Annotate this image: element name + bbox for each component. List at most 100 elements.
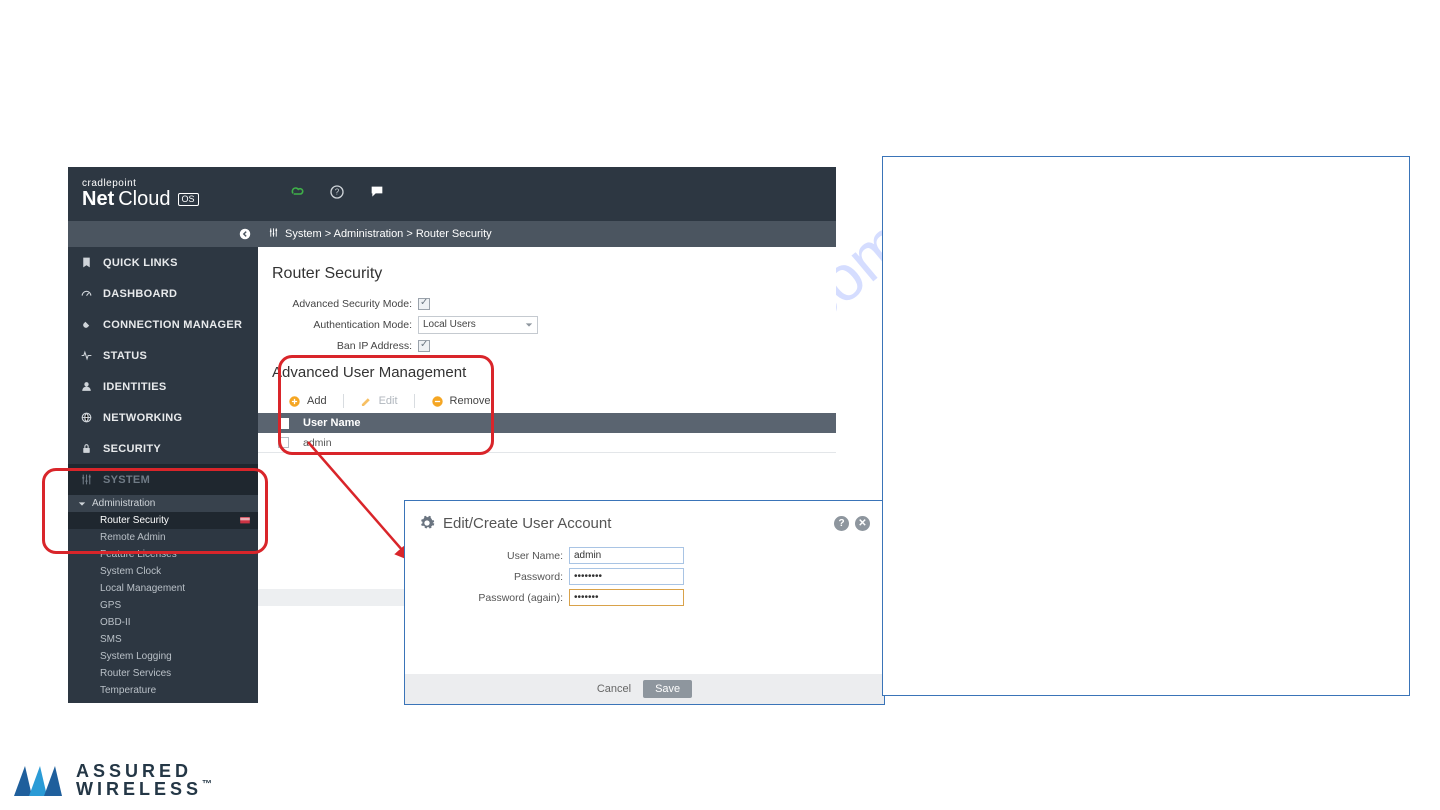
lock-icon — [80, 442, 93, 455]
nav-system[interactable]: SYSTEM — [68, 464, 258, 495]
cloud-sync-icon[interactable] — [289, 184, 305, 205]
brand-logo: cradlepoint NetCloud OS — [82, 179, 199, 209]
sub-sms[interactable]: SMS — [68, 631, 258, 648]
sub-gps[interactable]: GPS — [68, 597, 258, 614]
sub-router-services[interactable]: Router Services — [68, 665, 258, 682]
cancel-button[interactable]: Cancel — [597, 683, 631, 695]
table-row[interactable]: admin — [258, 433, 836, 453]
dialog-close-button[interactable]: ✕ — [855, 516, 870, 531]
sub-item-label: GPS — [100, 600, 121, 611]
assured-wireless-mark-icon — [12, 760, 68, 800]
plug-icon — [80, 318, 93, 331]
nav-status[interactable]: STATUS — [68, 340, 258, 371]
toolbar-separator — [414, 394, 415, 408]
sliders-icon — [268, 227, 279, 241]
sub-local-management[interactable]: Local Management — [68, 580, 258, 597]
label-adv-sec-mode: Advanced Security Mode: — [258, 298, 418, 310]
nav-dashboard[interactable]: DASHBOARD — [68, 278, 258, 309]
save-button[interactable]: Save — [643, 680, 692, 698]
nav-networking[interactable]: NETWORKING — [68, 402, 258, 433]
nav-security[interactable]: SECURITY — [68, 433, 258, 464]
sub-router-security[interactable]: Router Security — [68, 512, 258, 529]
remove-button[interactable]: Remove — [421, 395, 501, 408]
label-ban-ip: Ban IP Address: — [258, 340, 418, 352]
breadcrumb-bar: System > Administration > Router Securit… — [68, 221, 836, 247]
add-label: Add — [307, 395, 327, 407]
flag-icon — [240, 517, 250, 525]
sub-item-label: System Clock — [100, 566, 161, 577]
sub-item-label: Remote Admin — [100, 532, 166, 543]
brand-net: Net — [82, 189, 114, 209]
dialog-title: Edit/Create User Account — [443, 515, 611, 532]
label-password: Password: — [419, 571, 569, 583]
user-toolbar: Add Edit Remove — [258, 389, 836, 413]
nav-label: SECURITY — [103, 443, 161, 455]
remove-label: Remove — [450, 395, 491, 407]
sub-temperature[interactable]: Temperature — [68, 682, 258, 699]
subgroup-administration[interactable]: Administration — [68, 495, 258, 512]
breadcrumb-text: System > Administration > Router Securit… — [285, 228, 492, 240]
header-checkbox[interactable] — [278, 418, 289, 429]
input-password[interactable] — [569, 568, 684, 585]
nav-connection-manager[interactable]: CONNECTION MANAGER — [68, 309, 258, 340]
select-auth-mode-value: Local Users — [423, 319, 476, 330]
nav-quick-links[interactable]: QUICK LINKS — [68, 247, 258, 278]
minus-circle-icon — [431, 395, 444, 408]
dialog-footer: Cancel Save — [405, 674, 884, 704]
sub-obd-ii[interactable]: OBD-II — [68, 614, 258, 631]
sub-feature-licenses[interactable]: Feature Licenses — [68, 546, 258, 563]
nav-label: STATUS — [103, 350, 147, 362]
edit-user-dialog: Edit/Create User Account ? ✕ User Name: … — [404, 500, 885, 705]
add-button[interactable]: Add — [278, 395, 337, 408]
caret-down-icon — [78, 500, 86, 508]
pencil-icon — [360, 395, 373, 408]
help-icon[interactable]: ? — [329, 184, 345, 205]
section-title: Advanced User Management — [258, 364, 836, 381]
sub-system-logging[interactable]: System Logging — [68, 648, 258, 665]
dialog-help-button[interactable]: ? — [834, 516, 849, 531]
globe-icon — [80, 411, 93, 424]
nav-label: NETWORKING — [103, 412, 182, 424]
bookmark-icon — [80, 256, 93, 269]
input-username[interactable] — [569, 547, 684, 564]
sub-item-label: System Logging — [100, 651, 172, 662]
pulse-icon — [80, 349, 93, 362]
gear-icon — [419, 515, 435, 531]
sub-item-label: OBD-II — [100, 617, 131, 628]
gauge-icon — [80, 287, 93, 300]
table-header: User Name — [258, 413, 836, 433]
sub-item-label: Temperature — [100, 685, 156, 696]
sidebar-collapse-button[interactable] — [68, 221, 258, 247]
user-icon — [80, 380, 93, 393]
edit-label: Edit — [379, 395, 398, 407]
sub-item-label: Router Services — [100, 668, 171, 679]
label-password-again: Password (again): — [419, 592, 569, 604]
edit-button[interactable]: Edit — [350, 395, 408, 408]
nav-label: IDENTITIES — [103, 381, 167, 393]
logo-line1: ASSURED — [76, 761, 192, 781]
checkbox-adv-sec-mode[interactable] — [418, 298, 430, 310]
sub-system-clock[interactable]: System Clock — [68, 563, 258, 580]
toolbar-separator — [343, 394, 344, 408]
logo-tm: ™ — [202, 779, 212, 790]
checkbox-ban-ip[interactable] — [418, 340, 430, 352]
chevron-down-icon — [525, 321, 533, 329]
svg-text:?: ? — [334, 187, 339, 196]
row-checkbox[interactable] — [278, 437, 289, 448]
select-auth-mode[interactable]: Local Users — [418, 316, 538, 334]
nav-label: QUICK LINKS — [103, 257, 178, 269]
app-header: cradlepoint NetCloud OS ? — [68, 167, 836, 221]
nav-identities[interactable]: IDENTITIES — [68, 371, 258, 402]
sub-remote-admin[interactable]: Remote Admin — [68, 529, 258, 546]
nav-label: CONNECTION MANAGER — [103, 319, 242, 331]
chat-icon[interactable] — [369, 184, 385, 205]
column-username: User Name — [303, 417, 360, 429]
sub-item-label: Router Security — [100, 515, 169, 526]
sidebar-nav: QUICK LINKS DASHBOARD CONNECTION MANAGER… — [68, 247, 258, 703]
empty-panel — [882, 156, 1410, 696]
plus-circle-icon — [288, 395, 301, 408]
assured-wireless-logo: ASSURED WIRELESS™ — [12, 760, 212, 800]
input-password-again[interactable] — [569, 589, 684, 606]
brand-cloud: Cloud — [118, 189, 170, 209]
brand-os-badge: OS — [178, 193, 199, 206]
